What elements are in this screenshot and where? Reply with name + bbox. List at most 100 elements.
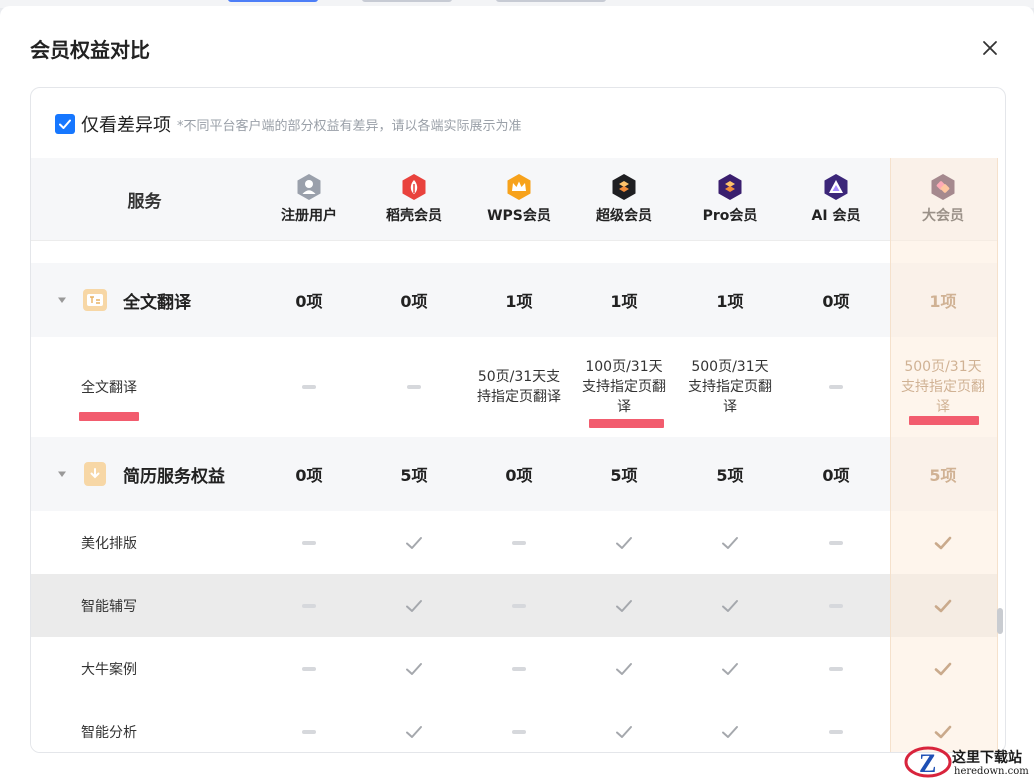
feature-row: 智能分析 [31, 700, 997, 752]
checkmark-icon [933, 533, 953, 553]
pro-icon [716, 173, 744, 201]
feature-value [258, 700, 360, 752]
section-count: 5项 [400, 466, 428, 485]
plan-header-2[interactable]: WPS会员 [468, 158, 570, 240]
diff-only-checkbox[interactable] [55, 114, 75, 134]
section-spacer [31, 240, 997, 263]
checkmark-icon [614, 659, 634, 679]
feature-name: 全文翻译 [81, 380, 137, 396]
checkmark-icon [404, 596, 424, 616]
not-included-icon [512, 603, 526, 608]
feature-value [891, 637, 995, 700]
section-title[interactable]: 简历服务权益 [31, 437, 258, 511]
comparison-panel: 仅看差异项 *不同平台客户端的部分权益有差异，请以各端实际展示为准 服务注册用户… [30, 87, 1006, 753]
feature-value [678, 637, 782, 700]
feature-value [891, 574, 995, 637]
feature-value [784, 337, 888, 437]
not-included-icon [829, 729, 843, 734]
feature-value [258, 574, 360, 637]
feature-value [363, 637, 465, 700]
platform-disclaimer: *不同平台客户端的部分权益有差异，请以各端实际展示为准 [177, 118, 522, 134]
section-row[interactable]: 全文翻译 0项 0项 1项 1项 1项 0项 1项 [31, 263, 997, 337]
section-count: 1项 [505, 292, 533, 311]
not-included-icon [829, 540, 843, 545]
not-included-icon [302, 385, 316, 389]
not-included-icon [512, 540, 526, 545]
feature-name: 智能辅写 [81, 598, 137, 615]
benefits-table: 服务注册用户 稻壳会员 WPS会员 超级会员 Pro会员 AI 会员 大会员全文翻译 0项 0项… [31, 158, 997, 752]
feature-value [468, 637, 570, 700]
plan-header-0[interactable]: 注册用户 [258, 158, 360, 240]
checkmark-icon [720, 659, 740, 679]
not-included-icon [829, 385, 843, 389]
annotation-underline [909, 416, 979, 425]
feature-value [468, 574, 570, 637]
checkmark-icon [614, 722, 634, 742]
checkmark-icon [404, 533, 424, 553]
diff-only-filter[interactable]: 仅看差异项 *不同平台客户端的部分权益有差异，请以各端实际展示为准 [55, 112, 522, 136]
service-column-header: 服务 [127, 191, 162, 212]
watermark-logo-icon: Z [904, 746, 952, 778]
plan-header-4[interactable]: Pro会员 [678, 158, 782, 240]
feature-detail-text: 500页/31天支持指定页翻译 [688, 359, 772, 415]
checkmark-icon [933, 659, 953, 679]
not-included-icon [302, 540, 316, 545]
checkmark-icon [404, 659, 424, 679]
section-count: 0项 [822, 466, 850, 485]
close-button[interactable] [978, 36, 1002, 60]
plan-label: AI 会员 [811, 208, 861, 224]
not-included-icon [302, 666, 316, 671]
not-included-icon [302, 603, 316, 608]
feature-row: 大牛案例 [31, 637, 997, 700]
section-count: 0项 [400, 292, 428, 311]
feature-value [891, 511, 995, 574]
super-icon [610, 173, 638, 201]
section-title[interactable]: 全文翻译 [31, 263, 258, 337]
feature-value [573, 511, 675, 574]
feature-row: 全文翻译 50页/31天支持指定页翻译 100页/31天支持指定页翻译 500页/31… [31, 337, 997, 437]
feature-name: 智能分析 [81, 724, 137, 741]
feature-value [784, 700, 888, 752]
feature-value [258, 337, 360, 437]
feature-value [363, 700, 465, 752]
checkmark-icon [614, 533, 634, 553]
ai-icon [822, 173, 850, 201]
plan-label: 注册用户 [281, 208, 337, 224]
feature-value [784, 574, 888, 637]
watermark-url: heredown.com [954, 766, 1029, 777]
table-scrollbar[interactable] [997, 608, 1003, 634]
section-count: 0项 [505, 466, 533, 485]
not-included-icon [407, 385, 421, 389]
feature-value [363, 337, 465, 437]
feature-name: 美化排版 [81, 535, 137, 552]
plan-header-5[interactable]: AI 会员 [784, 158, 888, 240]
checkmark-icon [614, 596, 634, 616]
section-count: 1项 [716, 292, 744, 311]
dialog-title: 会员权益对比 [30, 38, 150, 62]
plan-header-1[interactable]: 稻壳会员 [363, 158, 465, 240]
caret-down-icon[interactable] [57, 469, 67, 479]
feature-row: 美化排版 [31, 511, 997, 574]
feature-detail-text: 500页/31天支持指定页翻译 [901, 359, 985, 415]
plan-label: Pro会员 [702, 208, 758, 224]
diff-only-label: 仅看差异项 [81, 115, 171, 136]
section-count: 1项 [610, 292, 638, 311]
checkmark-icon [933, 596, 953, 616]
not-included-icon [829, 603, 843, 608]
resume-icon [81, 460, 109, 488]
caret-down-icon[interactable] [57, 295, 67, 305]
feature-value [678, 511, 782, 574]
not-included-icon [512, 729, 526, 734]
plan-label: 大会员 [922, 208, 964, 224]
checkmark-icon [59, 119, 71, 129]
feature-value [573, 574, 675, 637]
plan-header-6[interactable]: 大会员 [891, 158, 995, 240]
feature-value [678, 574, 782, 637]
section-name: 全文翻译 [123, 292, 191, 313]
section-count: 5项 [716, 466, 744, 485]
section-row[interactable]: 简历服务权益 0项 5项 0项 5项 5项 0项 5项 [31, 437, 997, 511]
user-icon [295, 173, 323, 201]
plan-header-3[interactable]: 超级会员 [573, 158, 675, 240]
checkmark-icon [720, 722, 740, 742]
plan-label: 超级会员 [596, 208, 652, 224]
